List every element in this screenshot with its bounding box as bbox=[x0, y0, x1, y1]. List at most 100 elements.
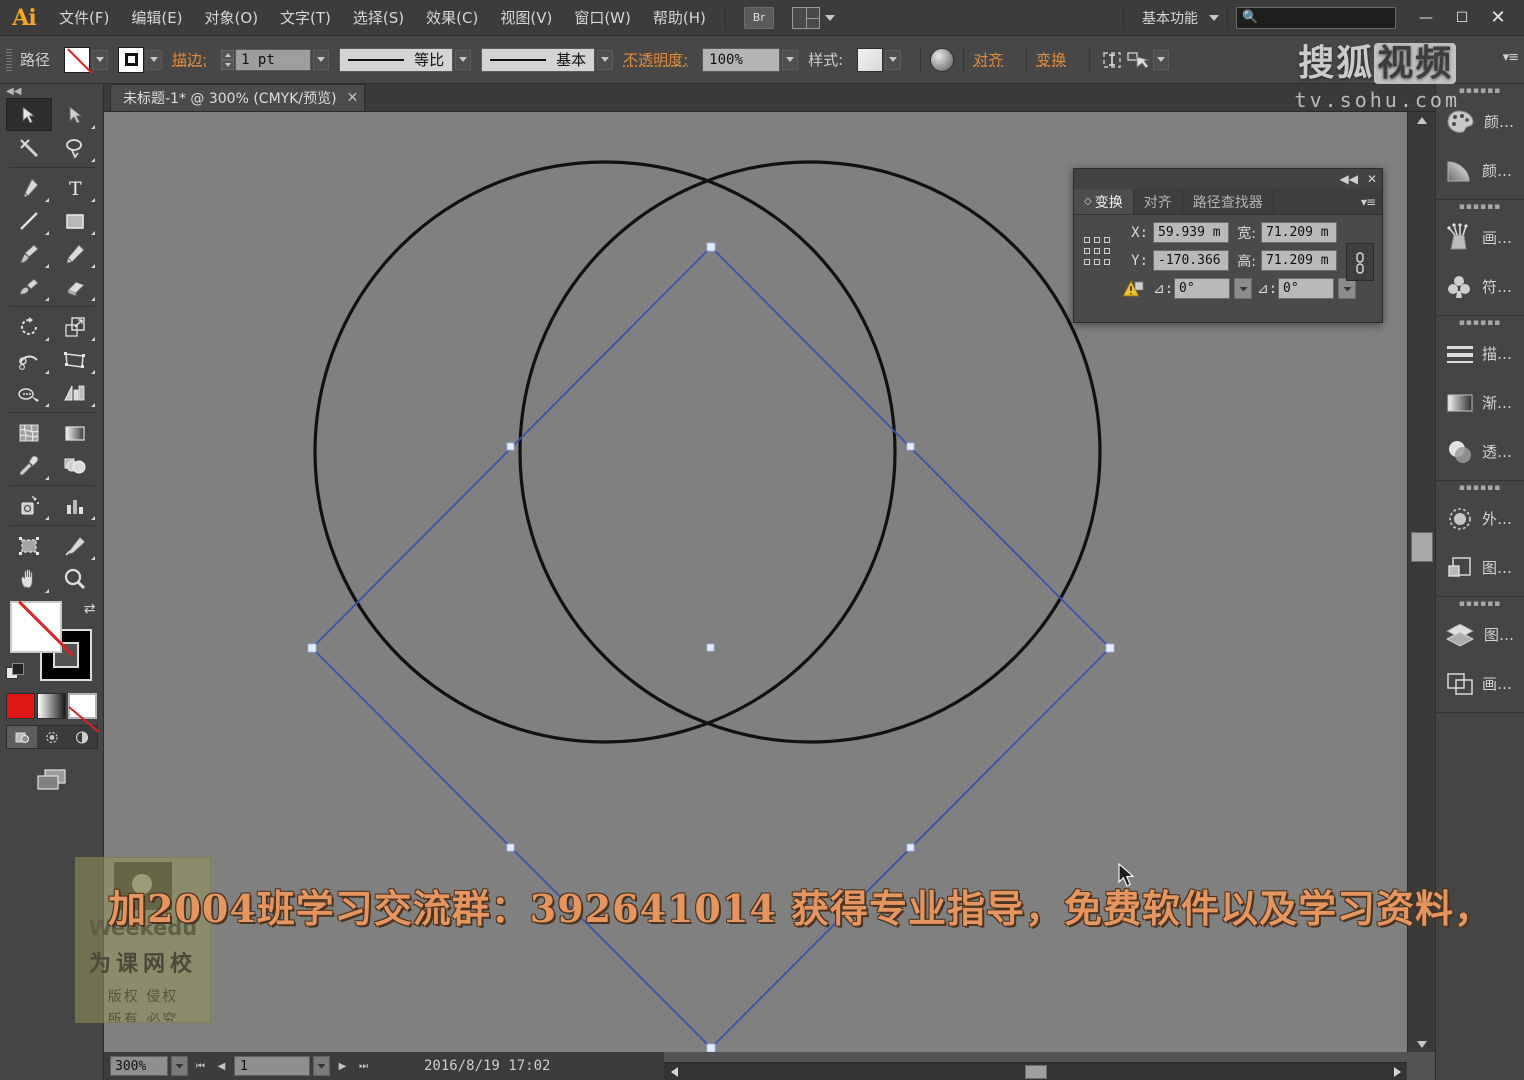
swap-fill-stroke-icon[interactable]: ⇄ bbox=[84, 601, 96, 617]
rectangle-tool[interactable] bbox=[52, 204, 98, 237]
stroke-weight-stepper[interactable] bbox=[221, 49, 235, 70]
dock-grip-stroke[interactable]: ▪▪▪▪▪▪ bbox=[1436, 316, 1524, 329]
tools-panel-grip[interactable]: ◀◀ bbox=[0, 84, 103, 98]
panel-graphic-styles[interactable]: 图… bbox=[1436, 543, 1524, 592]
hand-tool[interactable] bbox=[6, 562, 52, 595]
close-button[interactable]: ✕ bbox=[1480, 5, 1516, 31]
collapse-panel-icon[interactable]: ◀◀ bbox=[1339, 172, 1357, 186]
eyedropper-tool[interactable] bbox=[6, 449, 52, 482]
stroke-profile-select[interactable]: 等比 bbox=[339, 47, 454, 72]
rotate-field[interactable]: 0° bbox=[1174, 278, 1230, 299]
opacity-chevron-down-icon[interactable] bbox=[782, 49, 799, 70]
maximize-button[interactable]: ☐ bbox=[1444, 5, 1480, 31]
control-bar-grip[interactable] bbox=[6, 48, 12, 71]
panel-brushes[interactable]: 画… bbox=[1436, 213, 1524, 262]
brush-chevron-down-icon[interactable] bbox=[597, 49, 614, 70]
scroll-right-icon[interactable] bbox=[1389, 1063, 1405, 1080]
paintbrush-tool[interactable] bbox=[6, 237, 52, 270]
status-text[interactable]: 2016/8/19 17:02 bbox=[424, 1058, 550, 1074]
lasso-tool[interactable] bbox=[52, 131, 98, 164]
scroll-down-icon[interactable] bbox=[1408, 1036, 1436, 1052]
arrange-chevron-down-icon[interactable] bbox=[824, 14, 835, 21]
select-similar-chevron-down-icon[interactable] bbox=[1153, 49, 1170, 70]
opacity-field[interactable]: 100% bbox=[702, 47, 781, 72]
shear-field[interactable]: 0° bbox=[1278, 278, 1334, 299]
horizontal-scroll-thumb[interactable] bbox=[1025, 1065, 1047, 1079]
dock-grip-layers[interactable]: ▪▪▪▪▪▪ bbox=[1436, 597, 1524, 610]
align-button[interactable]: 对齐 bbox=[973, 49, 1003, 70]
zoom-tool[interactable] bbox=[52, 562, 98, 595]
document-close-icon[interactable]: ✕ bbox=[347, 90, 359, 106]
panel-transparency[interactable]: 透… bbox=[1436, 427, 1524, 476]
graphic-style-swatch[interactable] bbox=[857, 47, 884, 72]
vertical-scroll-thumb[interactable] bbox=[1411, 532, 1433, 562]
transform-panel-titlebar[interactable]: ◀◀ ✕ bbox=[1074, 169, 1382, 189]
free-transform-tool[interactable] bbox=[52, 343, 98, 376]
panel-artboards[interactable]: 画… bbox=[1436, 659, 1524, 708]
stroke-weight-chevron-down-icon[interactable] bbox=[313, 49, 330, 70]
panel-appearance[interactable]: 外… bbox=[1436, 494, 1524, 543]
artboard-number-field[interactable]: 1 bbox=[234, 1056, 310, 1076]
last-artboard-icon[interactable]: ⏭ bbox=[355, 1056, 372, 1076]
workspace-chevron-down-icon[interactable] bbox=[1209, 14, 1219, 21]
color-mode-button[interactable] bbox=[5, 693, 35, 719]
none-mode-button[interactable] bbox=[68, 693, 98, 719]
panel-stroke[interactable]: 描… bbox=[1436, 329, 1524, 378]
zoom-level-field[interactable]: 300% bbox=[110, 1056, 168, 1076]
direct-selection-tool[interactable] bbox=[52, 98, 98, 131]
horizontal-scrollbar[interactable] bbox=[664, 1062, 1407, 1080]
dock-grip-brushes[interactable]: ▪▪▪▪▪▪ bbox=[1436, 200, 1524, 213]
screen-mode-button[interactable] bbox=[29, 763, 75, 797]
reference-point-selector[interactable] bbox=[1084, 237, 1112, 267]
slice-tool[interactable] bbox=[52, 529, 98, 562]
magic-wand-tool[interactable] bbox=[6, 131, 52, 164]
draw-normal-button[interactable] bbox=[6, 726, 37, 748]
stroke-weight-field[interactable]: 1 pt bbox=[235, 48, 312, 71]
pen-tool[interactable] bbox=[6, 171, 52, 204]
rotate-tool[interactable] bbox=[6, 310, 52, 343]
artboard-chevron-down-icon[interactable] bbox=[313, 1056, 330, 1076]
workspace-switcher-label[interactable]: 基本功能 bbox=[1132, 8, 1204, 28]
profile-chevron-down-icon[interactable] bbox=[455, 49, 472, 70]
transform-button[interactable]: 变换 bbox=[1036, 49, 1066, 70]
menu-edit[interactable]: 编辑(E) bbox=[120, 0, 193, 36]
select-similar-objects-icon[interactable] bbox=[1125, 48, 1151, 72]
close-panel-icon[interactable]: ✕ bbox=[1367, 172, 1377, 186]
tab-pathfinder[interactable]: 路径查找器 bbox=[1183, 189, 1274, 214]
menu-select[interactable]: 选择(S) bbox=[342, 0, 415, 36]
selection-tool[interactable] bbox=[5, 98, 52, 131]
blob-brush-tool[interactable] bbox=[6, 270, 52, 303]
column-graph-tool[interactable] bbox=[52, 489, 98, 522]
rotate-chevron-down-icon[interactable] bbox=[1234, 278, 1252, 299]
stroke-weight-label[interactable]: 描边: bbox=[172, 49, 207, 70]
pencil-tool[interactable] bbox=[52, 237, 98, 270]
prev-artboard-icon[interactable]: ◀ bbox=[213, 1056, 230, 1076]
y-field[interactable]: -170.366 bbox=[1153, 250, 1229, 271]
panel-color-guide[interactable]: 颜… bbox=[1436, 146, 1524, 195]
bridge-button[interactable]: Br bbox=[743, 6, 774, 29]
menu-view[interactable]: 视图(V) bbox=[489, 0, 563, 36]
menu-help[interactable]: 帮助(H) bbox=[642, 0, 717, 36]
draw-inside-button[interactable] bbox=[67, 726, 97, 748]
width-field[interactable]: 71.209 m bbox=[1261, 222, 1337, 243]
isolate-object-icon[interactable] bbox=[1099, 48, 1125, 72]
gradient-tool[interactable] bbox=[52, 416, 98, 449]
blend-tool[interactable] bbox=[52, 449, 98, 482]
mesh-tool[interactable] bbox=[6, 416, 52, 449]
stroke-color-swatch[interactable] bbox=[118, 46, 145, 73]
panel-color[interactable]: 颜… bbox=[1436, 97, 1524, 146]
menu-file[interactable]: 文件(F) bbox=[48, 0, 120, 36]
panel-gradient[interactable]: 渐… bbox=[1436, 378, 1524, 427]
fill-color-swatch[interactable] bbox=[64, 46, 91, 73]
search-input[interactable]: 🔍 bbox=[1236, 6, 1396, 29]
symbol-sprayer-tool[interactable] bbox=[6, 489, 52, 522]
gradient-mode-button[interactable] bbox=[36, 693, 67, 719]
menu-window[interactable]: 窗口(W) bbox=[563, 0, 642, 36]
vertical-scrollbar[interactable] bbox=[1407, 112, 1435, 1052]
shape-builder-tool[interactable] bbox=[6, 376, 52, 409]
brush-definition-select[interactable]: 基本 bbox=[481, 47, 596, 72]
default-fill-stroke-icon[interactable] bbox=[5, 663, 26, 683]
scroll-left-icon[interactable] bbox=[666, 1063, 682, 1080]
minimize-button[interactable]: — bbox=[1408, 5, 1444, 31]
x-field[interactable]: 59.939 m bbox=[1153, 222, 1229, 243]
